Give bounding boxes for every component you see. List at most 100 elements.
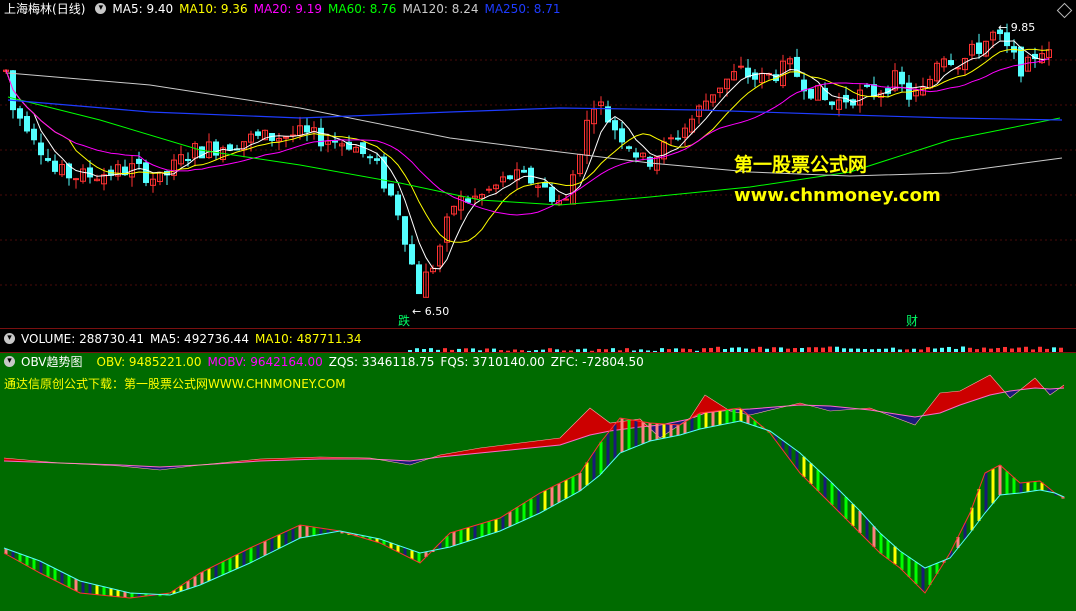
- zqs-bar: [466, 527, 470, 542]
- legend-ma60: MA60: 8.76: [328, 2, 397, 16]
- zqs-bar: [984, 472, 988, 512]
- candle: [255, 129, 261, 140]
- obv-band-fill: [534, 441, 536, 448]
- zqs-bar: [102, 586, 106, 596]
- candle: [458, 190, 464, 220]
- obv-band-fill: [522, 442, 524, 449]
- obv-band-fill: [756, 408, 758, 414]
- candle: [374, 152, 380, 165]
- obv-band-fill: [490, 446, 492, 452]
- candle: [486, 185, 492, 194]
- candle: [514, 162, 520, 190]
- candle-body: [332, 140, 338, 143]
- obv-band-fill: [706, 395, 708, 413]
- zqs-bar: [823, 476, 827, 498]
- zqs-bar: [46, 565, 50, 577]
- zqs-bar: [571, 476, 575, 495]
- obv-band-fill: [910, 416, 912, 424]
- zqs-bar: [977, 489, 981, 521]
- stock-name: 上海梅林: [4, 2, 53, 16]
- candle-body: [52, 160, 58, 172]
- candle: [703, 93, 709, 111]
- zqs-bar: [858, 511, 862, 533]
- candle-body: [402, 216, 408, 245]
- zqs-bar: [1005, 471, 1009, 495]
- candle: [745, 59, 751, 84]
- obv-band-fill: [830, 406, 832, 411]
- candle: [339, 139, 345, 156]
- candle: [528, 165, 534, 186]
- obv-band-fill: [946, 392, 948, 411]
- candle: [801, 72, 807, 100]
- obv-band-fill: [950, 391, 952, 409]
- obv-band-fill: [408, 460, 410, 465]
- candle-body: [675, 137, 681, 140]
- zqs-bar: [74, 579, 78, 591]
- period-label: (日线): [52, 2, 86, 16]
- zqs-bar: [718, 410, 722, 425]
- zqs-bar: [599, 441, 603, 474]
- obv-band-fill: [592, 409, 594, 435]
- obv-band-fill: [990, 375, 992, 395]
- obv-legend-zqs: ZQS: 3346118.75: [328, 355, 435, 369]
- zqs-bar: [515, 507, 519, 524]
- candle-body: [255, 131, 261, 136]
- obv-band-fill: [506, 444, 508, 451]
- zqs-bar: [221, 561, 225, 575]
- candle-body: [304, 125, 310, 133]
- obv-band-fill: [906, 415, 908, 423]
- obv-band-fill: [710, 398, 712, 413]
- obv-band-fill: [666, 423, 668, 434]
- obv-band-fill: [604, 418, 606, 433]
- candle: [570, 170, 576, 205]
- obv-band-fill: [476, 448, 478, 454]
- obv-band-fill: [976, 381, 978, 400]
- candle-body: [395, 194, 401, 216]
- obv-band-fill: [712, 399, 714, 413]
- zqs-bar: [844, 497, 848, 519]
- chevron-down-icon[interactable]: ▾: [95, 3, 107, 14]
- candle-body: [185, 158, 191, 161]
- obv-band-fill: [980, 379, 982, 399]
- obv-band-fill: [492, 446, 494, 452]
- candle: [815, 85, 821, 101]
- candle-body: [976, 42, 982, 54]
- obv-band-fill: [474, 448, 476, 454]
- candle-body: [808, 88, 814, 99]
- zqs-bar: [627, 419, 631, 450]
- zqs-bar: [872, 526, 876, 547]
- zqs-bar: [851, 504, 855, 526]
- candle: [941, 56, 947, 72]
- obv-band-fill: [526, 442, 528, 449]
- chevron-down-icon[interactable]: ▾: [4, 333, 15, 344]
- obv-band-fill: [552, 438, 554, 446]
- obv-legend-mobv: MOBV: 9642164.00: [207, 355, 323, 369]
- zqs-bar: [95, 585, 99, 595]
- obv-band-fill: [556, 438, 558, 446]
- candle: [591, 100, 597, 134]
- chevron-down-icon[interactable]: ▾: [4, 356, 15, 367]
- obv-band-fill: [572, 424, 574, 441]
- candle-body: [521, 169, 527, 173]
- zqs-bar: [256, 544, 260, 559]
- obv-band-fill: [544, 439, 546, 447]
- legend-ma250: MA250: 8.71: [484, 2, 561, 16]
- zqs-bar: [578, 473, 582, 491]
- candle-body: [668, 137, 674, 140]
- zqs-bar: [991, 468, 995, 504]
- zqs-bar: [648, 423, 652, 441]
- zqs-bar: [487, 521, 491, 535]
- zqs-bar: [319, 528, 323, 535]
- candle: [192, 141, 198, 167]
- vol-legend-ma5: MA5: 492736.44: [150, 332, 249, 346]
- zqs-bar: [214, 565, 218, 578]
- obv-band-fill: [488, 446, 490, 453]
- candle-body: [87, 167, 93, 178]
- zqs-bar: [410, 550, 414, 559]
- candle: [136, 151, 142, 170]
- obv-band-fill: [472, 449, 474, 454]
- obv-band-fill: [632, 419, 634, 429]
- zqs-bar: [865, 518, 869, 540]
- obv-band-fill: [598, 414, 600, 434]
- zqs-bar: [711, 411, 715, 427]
